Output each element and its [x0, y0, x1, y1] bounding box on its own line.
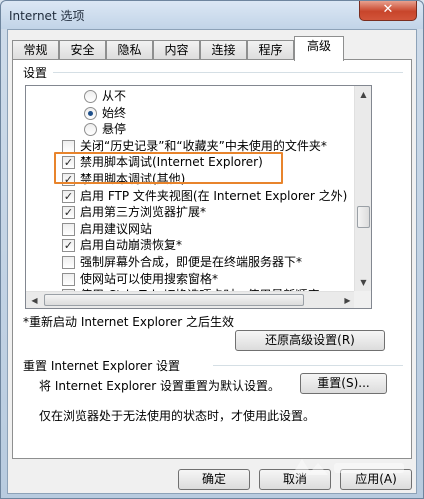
checkmark-icon: ✓ — [63, 239, 74, 253]
window-title: Internet 选项 — [9, 9, 85, 23]
watermark-logo — [292, 459, 404, 475]
setting-label: 始终 — [102, 105, 127, 120]
radio-button[interactable] — [84, 123, 97, 137]
checkmark-icon: ✓ — [63, 189, 74, 203]
reset-group-label: 重置 Internet Explorer 设置 — [23, 359, 181, 373]
scroll-left-icon[interactable]: ◀ — [26, 292, 43, 308]
reset-description: 将 Internet Explorer 设置重置为默认设置。 — [39, 379, 281, 393]
radio-button[interactable] — [84, 90, 97, 103]
checkbox[interactable]: ✓ — [62, 206, 75, 220]
scroll-up-icon[interactable]: ▲ — [355, 86, 371, 103]
reset-note: 仅在浏览器处于无法使用的状态时，才使用此设置。 — [39, 409, 316, 423]
tab-privacy[interactable]: 隐私 — [106, 40, 153, 60]
checkmark-icon: ✓ — [63, 173, 74, 186]
tab-content[interactable]: 内容 — [153, 40, 200, 60]
checkbox[interactable] — [62, 139, 75, 153]
checkbox[interactable]: ✓ — [62, 189, 75, 203]
tab-advanced[interactable]: 高级 — [294, 36, 344, 61]
setting-label: 启用 FTP 文件夹视图(在 Internet Explorer 之外) — [80, 188, 348, 203]
close-button[interactable]: ✕ — [359, 1, 417, 21]
setting-label: 从不 — [102, 89, 127, 103]
checkmark-icon: ✓ — [63, 156, 74, 170]
settings-list[interactable]: 从不始终悬停 关闭“历史记录”和“收藏夹”中未使用的文件夹* ✓ 禁用脚本调试(Int… — [25, 85, 372, 309]
title-bar[interactable]: Internet 选项 ✕ — [1, 1, 423, 29]
scroll-down-icon[interactable]: ▼ — [355, 274, 371, 291]
reset-divider — [213, 365, 403, 366]
restart-note: *重新启动 Internet Explorer 之后生效 — [23, 315, 235, 329]
setting-label: 强制屏幕外合成，即便是在终端服务器下* — [80, 255, 303, 269]
scrollbar-corner — [354, 291, 371, 308]
checkbox[interactable]: ✓ — [62, 156, 75, 170]
setting-label: 使网站可以使用搜索窗格* — [80, 271, 219, 286]
setting-label: 启用自动崩溃恢复* — [80, 238, 183, 253]
setting-label: 悬停 — [102, 122, 127, 137]
close-icon: ✕ — [382, 2, 394, 17]
horizontal-scrollbar[interactable]: ◀ ▶ — [26, 291, 356, 308]
checkbox[interactable]: ✓ — [62, 239, 75, 253]
tab-general[interactable]: 常规 — [12, 40, 59, 60]
advanced-tab-panel: 设置 从不始终悬停 关闭“历史记录”和“收藏夹”中未使用的文件夹* ✓ 禁用脚本调试(… — [12, 59, 412, 459]
checkbox[interactable] — [62, 272, 75, 286]
settings-divider — [53, 72, 403, 73]
tab-security[interactable]: 安全 — [59, 40, 106, 60]
internet-options-window: Internet 选项 ✕ 常规 安全 隐私 内容 连接 程序 高级 设置 从不… — [0, 0, 424, 499]
checkmark-icon: ✓ — [63, 206, 74, 220]
checkbox[interactable] — [62, 256, 75, 269]
horizontal-scroll-thumb[interactable] — [44, 294, 304, 306]
radio-button[interactable] — [84, 106, 97, 120]
tab-connections[interactable]: 连接 — [200, 40, 247, 60]
checkbox[interactable] — [62, 222, 75, 236]
settings-group-label: 设置 — [23, 66, 48, 80]
setting-label: 禁用脚本调试(Internet Explorer) — [80, 155, 263, 170]
restore-advanced-settings-button[interactable]: 还原高级设置(R) — [235, 330, 385, 351]
vertical-scrollbar[interactable]: ▲ ▼ — [354, 86, 371, 291]
checkbox[interactable]: ✓ — [62, 173, 75, 186]
vertical-scroll-thumb[interactable] — [357, 206, 370, 228]
setting-label: 关闭“历史记录”和“收藏夹”中未使用的文件夹* — [80, 138, 327, 153]
dialog-body: 常规 安全 隐私 内容 连接 程序 高级 设置 从不始终悬停 关闭“历史记录”和“… — [7, 29, 417, 494]
setting-label: 启用第三方浏览器扩展* — [80, 205, 207, 220]
ok-button[interactable]: 确定 — [178, 469, 250, 490]
reset-button[interactable]: 重置(S)... — [300, 373, 387, 394]
tab-programs[interactable]: 程序 — [247, 40, 294, 60]
setting-label: 禁用脚本调试(其他) — [80, 172, 186, 186]
setting-label: 启用建议网站 — [80, 221, 153, 236]
